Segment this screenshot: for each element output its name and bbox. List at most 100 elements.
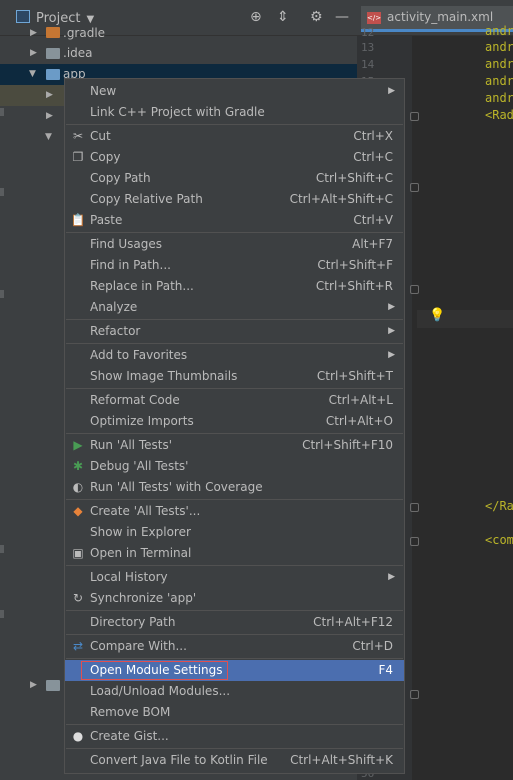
- menu-item-add-to-favorites[interactable]: Add to Favorites ▶: [65, 345, 404, 366]
- menu-item-shortcut: Ctrl+Alt+Shift+C: [289, 192, 393, 206]
- menu-item-create-gist[interactable]: ● Create Gist...: [65, 726, 404, 747]
- menu-item-label: Find Usages: [90, 237, 163, 251]
- menu-item-find-in-path[interactable]: Find in Path... Ctrl+Shift+F: [65, 255, 404, 276]
- menu-item-shortcut: Alt+F7: [352, 237, 393, 251]
- menu-item-show-image-thumbnails[interactable]: Show Image Thumbnails Ctrl+Shift+T: [65, 366, 404, 387]
- menu-separator: [66, 433, 403, 434]
- menu-item-label: Cut: [90, 129, 111, 143]
- folder-icon: [46, 48, 60, 59]
- menu-item-show-in-explorer[interactable]: Show in Explorer: [65, 522, 404, 543]
- menu-item-local-history[interactable]: Local History ▶: [65, 567, 404, 588]
- expand-arrow-icon[interactable]: ▶: [30, 43, 37, 64]
- menu-separator: [66, 343, 403, 344]
- menu-item-open-module-settings[interactable]: Open Module Settings F4: [65, 660, 404, 681]
- scissors-icon: ✂: [72, 129, 84, 143]
- menu-item-copy-relative-path[interactable]: Copy Relative Path Ctrl+Alt+Shift+C: [65, 189, 404, 210]
- code-line: andr: [485, 24, 513, 38]
- collapse-all-icon[interactable]: ⇕: [277, 9, 289, 25]
- menu-item-replace-in-path[interactable]: Replace in Path... Ctrl+Shift+R: [65, 276, 404, 297]
- menu-item-compare-with[interactable]: ⇄ Compare With... Ctrl+D: [65, 636, 404, 657]
- fold-marker-icon[interactable]: [410, 537, 419, 546]
- menu-item-remove-bom[interactable]: Remove BOM: [65, 702, 404, 723]
- menu-item-debug-all-tests[interactable]: ✱ Debug 'All Tests': [65, 456, 404, 477]
- menu-item-label: Show in Explorer: [90, 525, 191, 539]
- line-number: 14: [361, 58, 375, 71]
- menu-item-link-c-project-with-gradle[interactable]: Link C++ Project with Gradle: [65, 102, 404, 123]
- menu-item-label: Run 'All Tests': [90, 438, 172, 452]
- menu-item-shortcut: Ctrl+Shift+C: [315, 171, 393, 185]
- locate-icon[interactable]: ⊕: [250, 9, 262, 25]
- menu-item-shortcut: Ctrl+Alt+O: [325, 414, 393, 428]
- expand-arrow-icon[interactable]: ▶: [46, 85, 53, 106]
- menu-item-analyze[interactable]: Analyze ▶: [65, 297, 404, 318]
- menu-item-new[interactable]: New ▶: [65, 81, 404, 102]
- menu-separator: [66, 610, 403, 611]
- menu-separator: [66, 124, 403, 125]
- code-line: andr: [485, 40, 513, 54]
- fold-marker-icon[interactable]: [410, 285, 419, 294]
- menu-item-shortcut: Ctrl+Shift+F10: [302, 438, 393, 452]
- menu-item-cut[interactable]: ✂ Cut Ctrl+X: [65, 126, 404, 147]
- fold-marker-icon[interactable]: [410, 690, 419, 699]
- menu-item-shortcut: Ctrl+V: [353, 213, 393, 227]
- menu-separator: [66, 634, 403, 635]
- tree-item-idea[interactable]: ▶ .idea: [0, 43, 357, 64]
- menu-item-directory-path[interactable]: Directory Path Ctrl+Alt+F12: [65, 612, 404, 633]
- menu-item-label: Create 'All Tests'...: [90, 504, 201, 518]
- menu-item-label: Convert Java File to Kotlin File: [90, 753, 268, 767]
- menu-item-label: Remove BOM: [90, 705, 171, 719]
- menu-item-reformat-code[interactable]: Reformat Code Ctrl+Alt+L: [65, 390, 404, 411]
- menu-item-label: Reformat Code: [90, 393, 180, 407]
- menu-item-paste[interactable]: 📋 Paste Ctrl+V: [65, 210, 404, 231]
- terminal-icon: ▣: [72, 546, 84, 560]
- code-line: <Rad: [485, 108, 513, 122]
- submenu-arrow-icon: ▶: [388, 86, 395, 96]
- fold-marker-icon[interactable]: [410, 183, 419, 192]
- menu-item-synchronize-app[interactable]: ↻ Synchronize 'app': [65, 588, 404, 609]
- menu-item-label: Copy: [90, 150, 121, 164]
- expand-arrow-icon[interactable]: ▶: [30, 24, 37, 42]
- tree-item-gradle[interactable]: ▶ .gradle: [0, 24, 357, 42]
- menu-item-label: Debug 'All Tests': [90, 459, 189, 473]
- menu-item-shortcut: Ctrl+Alt+F12: [313, 615, 393, 629]
- menu-item-create-all-tests[interactable]: ◆ Create 'All Tests'...: [65, 501, 404, 522]
- menu-item-find-usages[interactable]: Find Usages Alt+F7: [65, 234, 404, 255]
- menu-item-label: Local History: [90, 570, 168, 584]
- folder-icon: [46, 680, 60, 691]
- menu-separator: [66, 565, 403, 566]
- menu-item-convert-java-file-to-kotlin-file[interactable]: Convert Java File to Kotlin File Ctrl+Alt…: [65, 750, 404, 771]
- submenu-arrow-icon: ▶: [388, 326, 395, 336]
- tool-stripe-mark: [0, 108, 4, 116]
- submenu-arrow-icon: ▶: [388, 350, 395, 360]
- coverage-icon: ◐: [72, 480, 84, 494]
- menu-item-copy-path[interactable]: Copy Path Ctrl+Shift+C: [65, 168, 404, 189]
- menu-item-open-in-terminal[interactable]: ▣ Open in Terminal: [65, 543, 404, 564]
- lightbulb-icon[interactable]: 💡: [429, 308, 445, 323]
- line-number: 13: [361, 41, 375, 54]
- menu-item-refactor[interactable]: Refactor ▶: [65, 321, 404, 342]
- menu-item-load-unload-modules[interactable]: Load/Unload Modules...: [65, 681, 404, 702]
- gear-icon[interactable]: ⚙: [310, 9, 323, 25]
- expand-arrow-icon[interactable]: ▶: [30, 675, 37, 696]
- menu-item-label: Show Image Thumbnails: [90, 369, 238, 383]
- fold-marker-icon[interactable]: [410, 112, 419, 121]
- context-menu: New ▶ Link C++ Project with Gradle ✂ Cut Ctrl…: [64, 78, 405, 774]
- menu-item-optimize-imports[interactable]: Optimize Imports Ctrl+Alt+O: [65, 411, 404, 432]
- submenu-arrow-icon: ▶: [388, 302, 395, 312]
- menu-separator: [66, 232, 403, 233]
- collapse-arrow-icon[interactable]: ▼: [45, 127, 52, 148]
- code-line: </Ra: [485, 499, 513, 513]
- expand-arrow-icon[interactable]: ▶: [46, 106, 53, 127]
- hide-icon[interactable]: —: [335, 9, 349, 25]
- menu-item-run-all-tests-with-coverage[interactable]: ◐ Run 'All Tests' with Coverage: [65, 477, 404, 498]
- collapse-arrow-icon[interactable]: ▼: [29, 64, 36, 85]
- menu-item-label: Load/Unload Modules...: [90, 684, 231, 698]
- code-line: andr: [485, 91, 513, 105]
- menu-item-run-all-tests[interactable]: ▶ Run 'All Tests' Ctrl+Shift+F10: [65, 435, 404, 456]
- code-line: andr: [485, 57, 513, 71]
- menu-item-shortcut: Ctrl+Shift+T: [316, 369, 393, 383]
- menu-item-copy[interactable]: ❐ Copy Ctrl+C: [65, 147, 404, 168]
- menu-item-label: Optimize Imports: [90, 414, 194, 428]
- copy-icon: ❐: [72, 150, 84, 164]
- fold-marker-icon[interactable]: [410, 503, 419, 512]
